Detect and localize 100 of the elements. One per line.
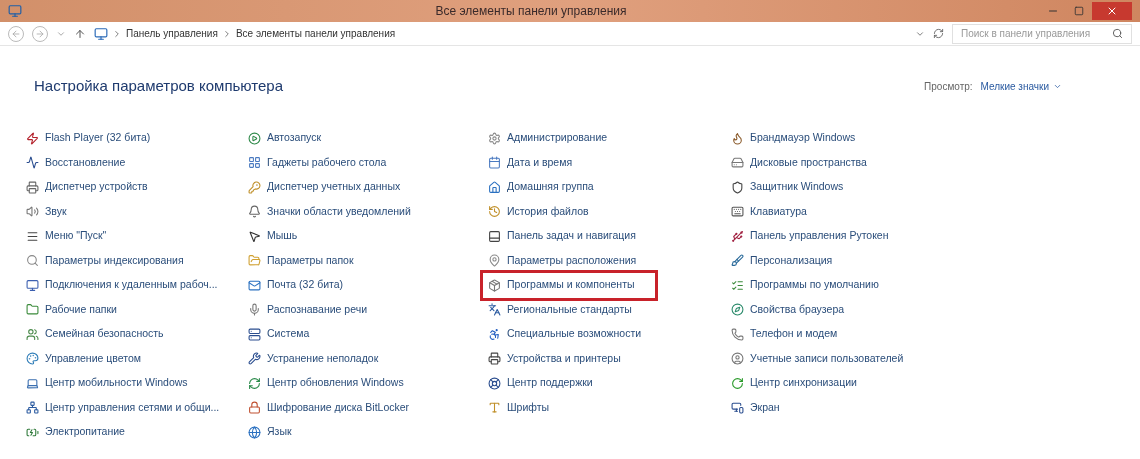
control-panel-link[interactable]: Диспетчер учетных данных [248, 175, 409, 200]
control-panel-link[interactable]: Центр управления сетями и общи... [26, 395, 228, 420]
screen-icon [731, 401, 744, 415]
control-panel-link[interactable]: Свойства браузера [731, 297, 853, 322]
play-icon [248, 131, 261, 145]
control-panel-link[interactable]: Система [248, 322, 318, 347]
list-icon [731, 278, 744, 292]
control-panel-link[interactable]: Язык [248, 420, 300, 445]
control-panel-link[interactable]: Клавиатура [731, 199, 815, 224]
control-panel-link[interactable]: Шрифты [488, 395, 558, 420]
page-heading: Настройка параметров компьютера [34, 75, 283, 96]
forward-arrow-icon [35, 28, 45, 39]
control-panel-link[interactable]: Рабочие папки [26, 297, 125, 322]
lock-icon [248, 401, 261, 415]
key-icon [248, 180, 261, 194]
control-panel-link[interactable]: Меню "Пуск" [26, 224, 115, 249]
search-icon [26, 254, 39, 268]
control-panel-link[interactable]: Экран [731, 395, 788, 420]
control-panel-link[interactable]: Управление цветом [26, 346, 149, 371]
network-icon [26, 401, 39, 415]
control-panel-link[interactable]: Шифрование диска BitLocker [248, 395, 418, 420]
monitor-icon [26, 278, 39, 292]
pointer-icon [248, 229, 261, 243]
pulse-icon [26, 156, 39, 170]
control-panel-link[interactable]: Программы по умолчанию [731, 273, 887, 298]
control-panel-link[interactable]: Центр мобильности Windows [26, 371, 196, 396]
window-icon [8, 4, 22, 18]
control-panel-link[interactable]: Автозапуск [248, 126, 330, 151]
search-field[interactable]: Поиск в панели управления [952, 23, 1132, 44]
package-icon [488, 278, 501, 292]
control-panel-link[interactable]: Диспетчер устройств [26, 175, 156, 200]
control-panel-link[interactable]: Значки области уведомлений [248, 199, 419, 224]
control-panel-link[interactable]: Центр синхронизации [731, 371, 865, 396]
control-panel-icon [94, 26, 108, 41]
control-panel-link[interactable]: Параметры индексирования [26, 248, 192, 273]
control-panel-link[interactable]: Устранение неполадок [248, 346, 387, 371]
separator-icon [112, 28, 122, 39]
lifebuoy-icon [488, 376, 501, 390]
phone-icon [731, 327, 744, 341]
people-icon [26, 327, 39, 341]
window-title: Все элементы панели управления [435, 3, 627, 20]
folder-icon [26, 303, 39, 317]
control-panel-link[interactable]: Распознавание речи [248, 297, 375, 322]
view-dropdown[interactable]: Мелкие значки [980, 78, 1062, 94]
control-panel-link[interactable]: Персонализация [731, 248, 841, 273]
control-panel-link[interactable]: Параметры папок [248, 248, 362, 273]
laptop-icon [26, 376, 39, 390]
keyboard-icon [731, 205, 744, 219]
accessibility-icon [488, 327, 501, 341]
calendar-icon [488, 156, 501, 170]
device-icon [26, 180, 39, 194]
home-icon [488, 180, 501, 194]
control-panel-link[interactable]: Мышь [248, 224, 306, 249]
up-icon[interactable] [74, 27, 86, 40]
language-icon [488, 303, 501, 317]
speaker-icon [26, 205, 39, 219]
breadcrumb-item[interactable]: Панель управления [126, 26, 218, 41]
refresh-icon[interactable] [933, 28, 944, 39]
control-panel-link[interactable]: Почта (32 бита) [248, 273, 352, 298]
control-panel-link[interactable]: Центр поддержки [488, 371, 601, 396]
control-panel-link[interactable]: Устройства и принтеры [488, 346, 629, 371]
bell-icon [248, 205, 261, 219]
font-icon [488, 401, 501, 415]
back-arrow-icon [11, 28, 21, 39]
lightning-icon [26, 131, 39, 145]
control-panel-link[interactable]: Региональные стандарты [488, 297, 640, 322]
control-panel-link[interactable]: Учетные записи пользователей [731, 346, 912, 371]
address-field[interactable]: Панель управления Все элементы панели управления [94, 23, 907, 44]
control-panel-link[interactable]: Центр обновления Windows [248, 371, 412, 396]
palette-icon [26, 352, 39, 366]
control-panel-link[interactable]: Панель задач и навигация [488, 224, 644, 249]
search-icon [1112, 28, 1123, 39]
control-panel-link[interactable]: Домашняя группа [488, 175, 602, 200]
control-panel-link[interactable]: Специальные возможности [488, 322, 650, 347]
breadcrumb-item[interactable]: Все элементы панели управления [235, 26, 396, 41]
control-panel-link[interactable]: Электропитание [26, 420, 133, 445]
control-panel-link[interactable]: Панель управления Рутокен [731, 224, 897, 249]
control-panel-link[interactable]: Параметры расположения [488, 248, 645, 273]
control-panel-link[interactable]: Гаджеты рабочего стола [248, 150, 395, 175]
control-panel-link[interactable]: История файлов [488, 199, 597, 224]
control-panel-link[interactable]: Звук [26, 199, 75, 224]
maximize-icon [1074, 6, 1084, 16]
control-panel-link[interactable]: Подключения к удаленным рабоч... [26, 273, 226, 298]
view-label: Просмотр: [924, 79, 973, 94]
wrench-icon [248, 352, 261, 366]
control-panel-link[interactable]: Семейная безопасность [26, 322, 172, 347]
microphone-icon [248, 303, 261, 317]
mail-icon [248, 278, 261, 292]
control-panel-link[interactable]: Администрирование [488, 126, 616, 151]
control-panel-link[interactable]: Дата и время [488, 150, 581, 175]
control-panel-link[interactable]: Flash Player (32 бита) [26, 126, 159, 151]
control-panel-link[interactable]: Восстановление [26, 150, 134, 175]
control-panel-link[interactable]: Телефон и модем [731, 322, 846, 347]
control-panel-link[interactable]: Дисковые пространства [731, 150, 875, 175]
control-panel-link[interactable]: Защитник Windows [731, 175, 852, 200]
grid-icon [248, 156, 261, 170]
control-panel-link[interactable]: Брандмауэр Windows [731, 126, 864, 151]
shield-icon [731, 180, 744, 194]
control-panel-link[interactable]: Программы и компоненты [483, 273, 655, 298]
close-button[interactable] [1092, 2, 1132, 20]
